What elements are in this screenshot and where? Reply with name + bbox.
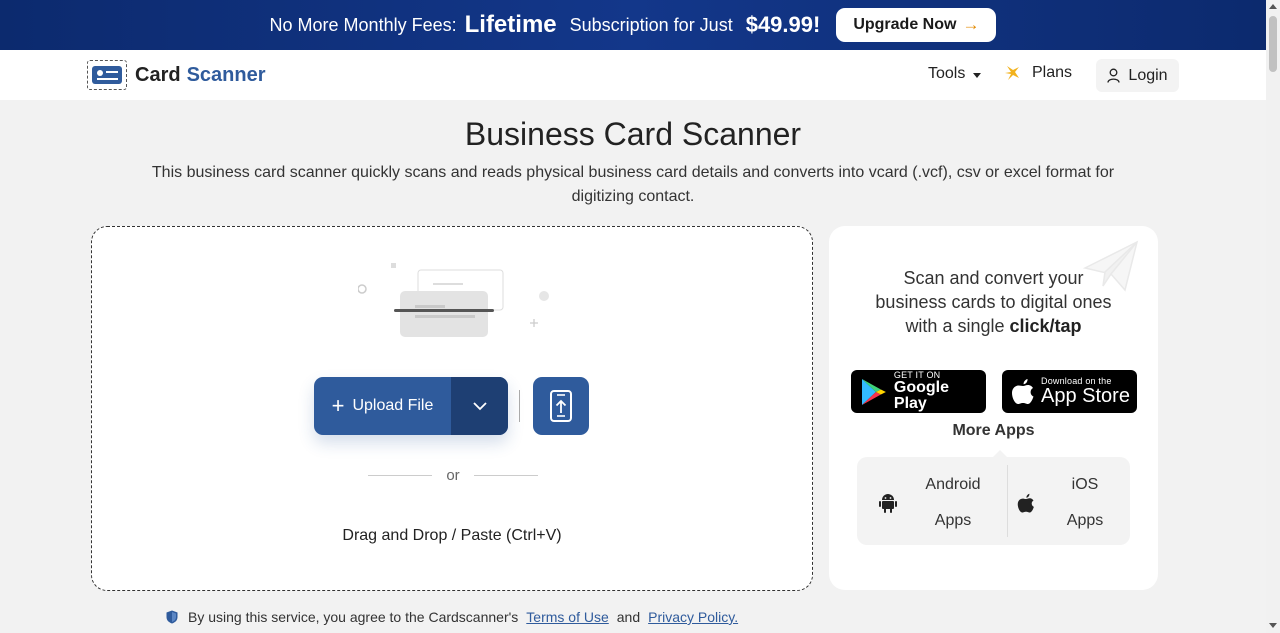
nav-tools-dropdown[interactable]: Tools bbox=[928, 65, 982, 83]
apple-icon bbox=[1012, 378, 1034, 404]
terms-notice: By using this service, you agree to the … bbox=[166, 609, 738, 625]
google-play-icon bbox=[861, 378, 886, 405]
brand-name-part1: Card bbox=[135, 63, 181, 86]
apps-promo-text: Scan and convert your business cards to … bbox=[869, 266, 1118, 338]
promo-middle: Subscription for Just bbox=[569, 14, 733, 35]
mobile-upload-button[interactable] bbox=[533, 377, 589, 435]
google-play-big: Google Play bbox=[893, 379, 949, 412]
button-separator bbox=[519, 390, 520, 422]
login-button[interactable]: Login bbox=[1096, 59, 1179, 92]
or-separator: or bbox=[368, 467, 538, 484]
upload-file-main[interactable]: + Upload File bbox=[314, 377, 451, 435]
ios-apps-label-2: Apps bbox=[1066, 512, 1104, 529]
promo-price: $49.99! bbox=[745, 12, 821, 37]
app-store-badge[interactable]: Download on the App Store bbox=[1002, 370, 1137, 413]
promo-highlight: Lifetime bbox=[464, 11, 557, 38]
android-apps-link[interactable]: Android Apps bbox=[879, 467, 981, 539]
nav-plans-label: Plans bbox=[1032, 64, 1073, 81]
chevron-down-icon bbox=[472, 402, 487, 411]
scroll-up-icon[interactable] bbox=[1269, 4, 1277, 9]
promo-prefix: No More Monthly Fees: bbox=[269, 14, 457, 35]
ios-apps-link[interactable]: iOS Apps bbox=[1017, 467, 1113, 539]
promo-banner: No More Monthly Fees: Lifetime Subscript… bbox=[0, 0, 1266, 50]
plus-icon: + bbox=[331, 393, 345, 418]
id-card-icon bbox=[87, 60, 127, 90]
upload-options-toggle[interactable] bbox=[451, 377, 508, 435]
nav-bar: Card Scanner Tools Plans Login bbox=[0, 50, 1266, 100]
apple-icon bbox=[1017, 493, 1034, 512]
apps-divider bbox=[1007, 465, 1008, 537]
user-icon bbox=[1107, 68, 1121, 83]
google-play-badge[interactable]: GET IT ON Google Play bbox=[851, 370, 986, 413]
ios-apps-label-1: iOS bbox=[1071, 476, 1099, 493]
more-apps-box: Android Apps iOS Apps bbox=[857, 450, 1130, 545]
login-label: Login bbox=[1128, 66, 1168, 84]
android-icon bbox=[879, 494, 897, 513]
mobile-upload-icon bbox=[550, 390, 572, 422]
page-subtitle: This business card scanner quickly scans… bbox=[151, 164, 1115, 205]
privacy-policy-link[interactable]: Privacy Policy. bbox=[648, 609, 738, 625]
brand-name-part2: Scanner bbox=[186, 63, 266, 86]
android-apps-label-1: Android bbox=[925, 476, 981, 493]
android-apps-label-2: Apps bbox=[934, 512, 972, 529]
upload-file-button[interactable]: + Upload File bbox=[314, 377, 508, 435]
upload-dropzone[interactable]: + Upload File or Drag and Drop / Paste (… bbox=[91, 226, 813, 591]
or-label: or bbox=[446, 467, 460, 484]
arrow-right-icon: → bbox=[962, 15, 980, 34]
shield-icon bbox=[166, 610, 178, 624]
upgrade-label: Upgrade Now bbox=[853, 16, 957, 33]
terms-of-use-link[interactable]: Terms of Use bbox=[526, 609, 608, 625]
upload-file-label: Upload File bbox=[352, 397, 434, 414]
more-apps-heading: More Apps bbox=[952, 422, 1035, 439]
page-title: Business Card Scanner bbox=[464, 116, 802, 152]
caret-down-icon bbox=[973, 72, 982, 78]
page-scrollbar[interactable] bbox=[1266, 0, 1280, 633]
scroll-thumb[interactable] bbox=[1269, 16, 1277, 72]
app-store-big: App Store bbox=[1041, 385, 1130, 407]
card-scan-illustration bbox=[358, 263, 549, 337]
apps-panel: Scan and convert your business cards to … bbox=[829, 226, 1158, 590]
terms-agree-text: By using this service, you agree to the … bbox=[188, 609, 519, 625]
upgrade-now-button[interactable]: Upgrade Now → bbox=[836, 8, 997, 42]
brand-logo[interactable]: Card Scanner bbox=[87, 60, 266, 90]
scroll-down-icon[interactable] bbox=[1269, 623, 1277, 628]
terms-and-text: and bbox=[616, 609, 641, 625]
drag-drop-hint: Drag and Drop / Paste (Ctrl+V) bbox=[342, 527, 562, 544]
nav-plans-link[interactable]: Plans bbox=[1003, 64, 1072, 82]
apps-promo-bold: click/tap bbox=[1009, 316, 1082, 336]
sparkle-icon bbox=[1005, 66, 1019, 80]
nav-tools-label: Tools bbox=[928, 65, 966, 82]
